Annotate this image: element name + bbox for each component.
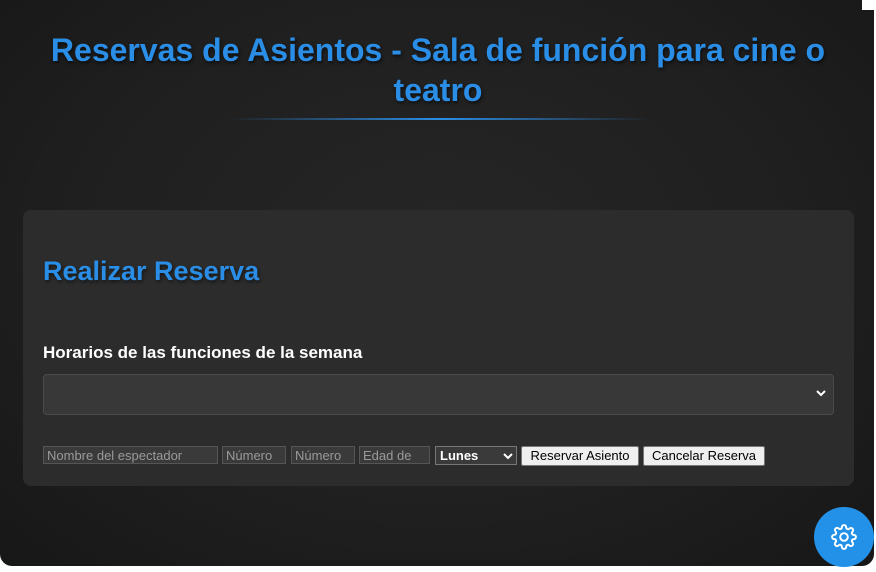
schedule-select[interactable] [43,374,834,415]
row-number-input[interactable]: Número [222,446,286,464]
gear-icon [831,524,857,550]
cancel-reservation-button[interactable]: Cancelar Reserva [643,446,765,466]
day-select[interactable]: Lunes [435,446,517,465]
chevron-down-icon [503,453,513,460]
day-select-value: Lunes [440,448,479,463]
window-corner [862,0,876,10]
seat-number-input[interactable]: Número [291,446,355,464]
schedule-label: Horarios de las funciones de la semana [43,343,363,362]
app-background: Reservas de Asientos - Sala de función p… [0,0,874,566]
spectator-name-input[interactable]: Nombre del espectador [43,446,218,464]
reservation-card: Realizar Reserva Horarios de las funcion… [23,210,854,486]
reservation-heading: Realizar Reserva [43,256,260,286]
chevron-down-icon [816,390,826,397]
settings-button[interactable] [814,507,874,567]
title-underline [230,118,650,120]
reserve-seat-button[interactable]: Reservar Asiento [521,446,639,466]
age-input[interactable]: Edad de [359,446,430,464]
page-title: Reservas de Asientos - Sala de función p… [50,32,826,108]
